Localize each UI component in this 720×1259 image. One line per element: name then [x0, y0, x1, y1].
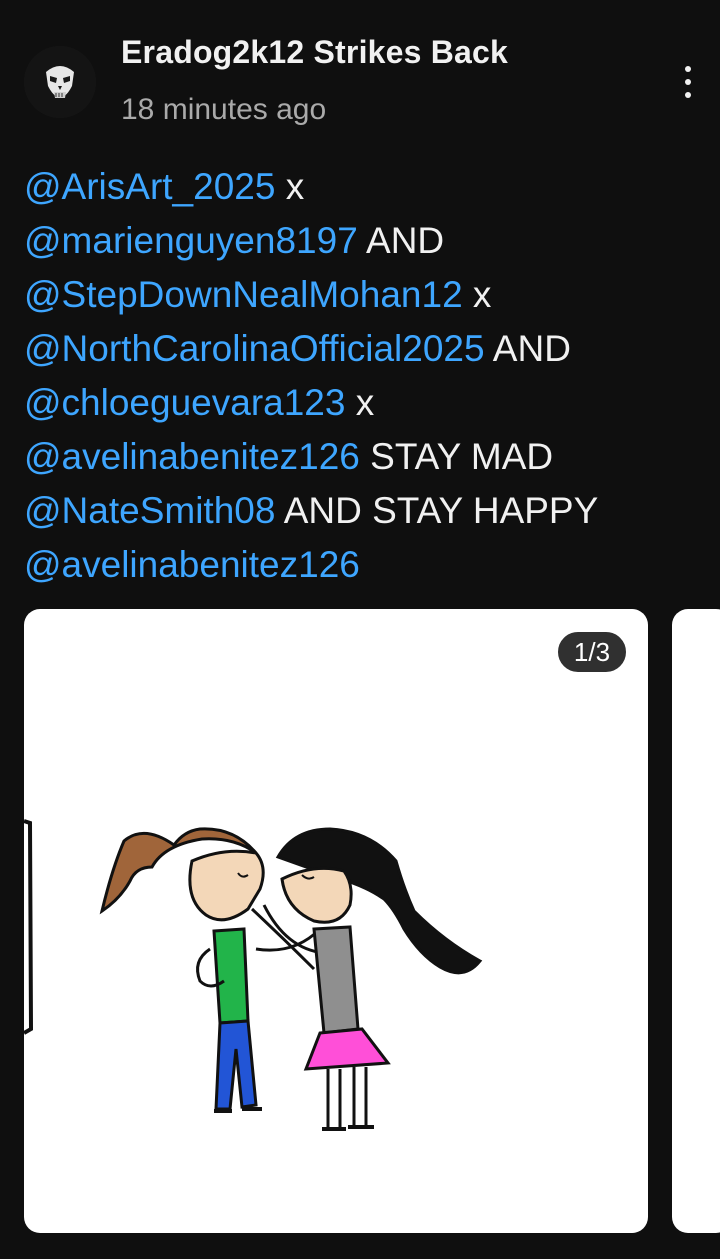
carousel-counter: 1/3 [556, 630, 628, 674]
mention-link[interactable]: @avelinabenitez126 [24, 436, 360, 477]
post-header: Eradog2k12 Strikes Back 18 minutes ago [0, 0, 720, 150]
mention-link[interactable]: @NateSmith08 [24, 490, 275, 531]
mention-link[interactable]: @StepDownNealMohan12 [24, 274, 463, 315]
post-line-text: x [275, 166, 305, 207]
post-line-text: AND STAY HAPPY [275, 490, 599, 531]
menu-dot [685, 79, 691, 85]
channel-avatar[interactable] [24, 46, 96, 118]
post-line: @marienguyen8197 AND [24, 214, 704, 268]
image-carousel[interactable]: 1/3 [0, 609, 720, 1234]
post-line-text: STAY MAD [359, 436, 554, 477]
post-line-text: AND [484, 328, 571, 369]
mention-link[interactable]: @avelinabenitez126 [24, 544, 360, 585]
post-line: @chloeguevara123 x [24, 376, 704, 430]
post-line: @StepDownNealMohan12 x [24, 268, 704, 322]
more-vertical-icon[interactable] [664, 58, 712, 106]
post-line: @ArisArt_2025 x [24, 160, 704, 214]
post-timestamp: 18 minutes ago [121, 93, 327, 126]
mention-link[interactable]: @chloeguevara123 [24, 382, 345, 423]
mention-link[interactable]: @marienguyen8197 [24, 220, 358, 261]
post-line: @avelinabenitez126 STAY MAD [24, 430, 704, 484]
post-line: @NateSmith08 AND STAY HAPPY [24, 484, 704, 538]
mention-link[interactable]: @NorthCarolinaOfficial2025 [24, 328, 485, 369]
menu-dot [685, 66, 691, 72]
post-line-text: x [462, 274, 492, 315]
skull-avatar-icon [24, 46, 96, 118]
channel-name[interactable]: Eradog2k12 Strikes Back [121, 34, 508, 71]
post-line-text: x [345, 382, 375, 423]
menu-dot [685, 92, 691, 98]
post-line: @avelinabenitez126 [24, 538, 704, 592]
post-text: @ArisArt_2025 x @marienguyen8197 AND @St… [24, 160, 704, 592]
post-image[interactable]: 1/3 [24, 609, 648, 1233]
mention-link[interactable]: @ArisArt_2025 [24, 166, 275, 207]
couple-kiss-drawing [24, 819, 483, 1131]
post-line: @NorthCarolinaOfficial2025 AND [24, 322, 704, 376]
post-line-text: AND [357, 220, 445, 261]
next-image-preview[interactable] [672, 609, 720, 1233]
